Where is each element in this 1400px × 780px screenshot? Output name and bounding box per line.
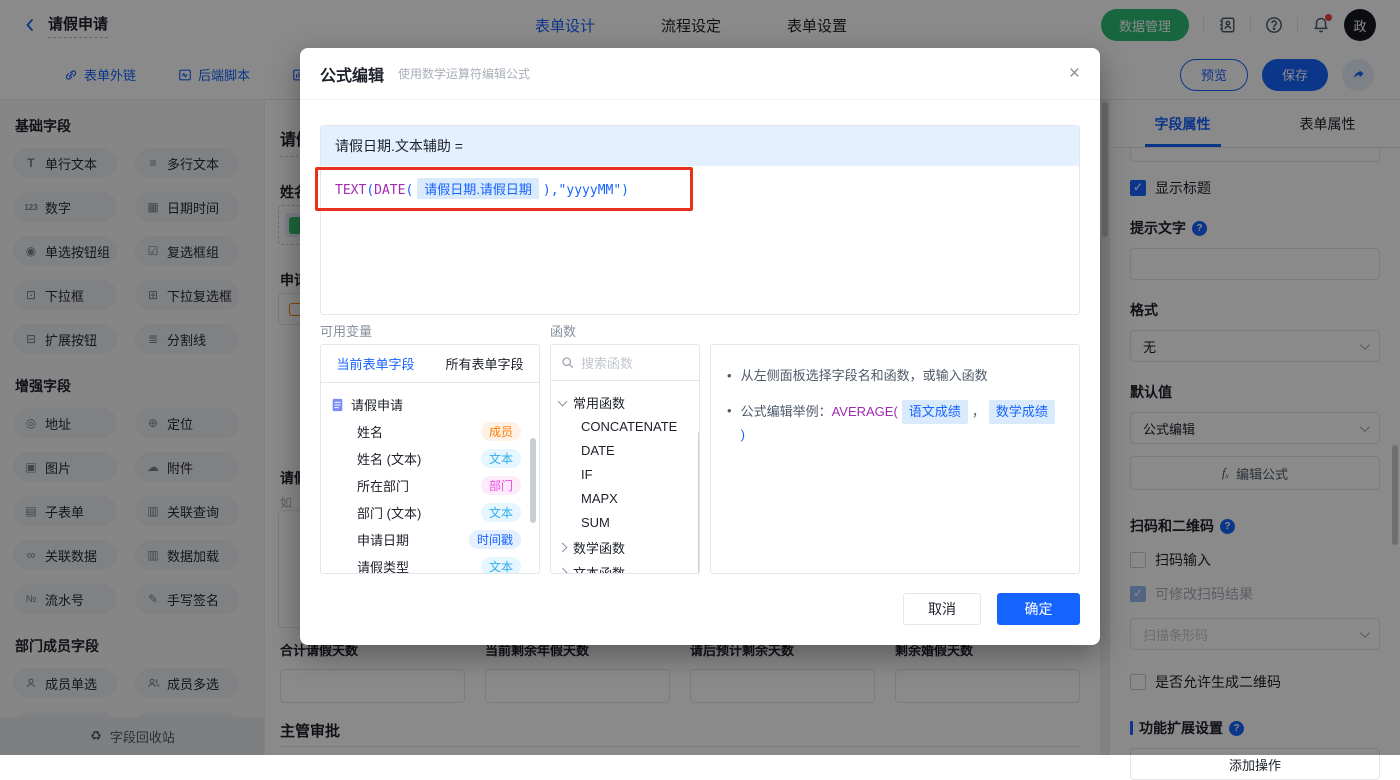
cancel-button[interactable]: 取消 [903,593,981,625]
function-group-text[interactable]: 文本函数 [557,560,691,573]
type-badge: 文本 [480,503,521,522]
type-badge: 部门 [480,476,521,495]
example-variable-chip: 数学成绩 [988,400,1055,424]
formula-editor-dialog: 公式编辑 使用数学运算符编辑公式 × 请假日期.文本辅助 = TEXT(DATE… [300,48,1100,645]
function-item[interactable]: DATE [559,439,691,463]
formula-variable-chip[interactable]: 请假日期.请假日期 [417,178,539,199]
formula-editor: 请假日期.文本辅助 = TEXT(DATE(请假日期.请假日期),"yyyyMM… [320,125,1080,315]
confirm-button[interactable]: 确定 [997,593,1080,625]
dialog-title: 公式编辑 [320,67,385,85]
functions-panel: 搜索函数 常用函数 CONCATENATE DATE IF MAPX SUM 数… [550,344,700,574]
help-line-1: 从左侧面板选择字段名和函数，或输入函数 [740,368,988,383]
tab-current-form-fields[interactable]: 当前表单字段 [336,354,414,373]
variables-label: 可用变量 [320,324,373,339]
function-item[interactable]: SUM [559,511,691,535]
variable-tree-root[interactable]: 请假申请 [331,391,529,418]
chevron-down-icon [557,396,568,406]
scrollbar-thumb[interactable] [530,438,536,523]
formula-target: 请假日期.文本辅助 = [321,126,1079,166]
search-icon [562,357,573,368]
type-badge: 文本 [480,557,521,573]
scrollbar-thumb[interactable] [698,431,699,573]
functions-label: 函数 [550,324,577,339]
chevron-right-icon [557,567,568,573]
function-item[interactable]: CONCATENATE [559,415,691,439]
dialog-subtitle: 使用数学运算符编辑公式 [398,67,531,81]
example-variable-chip: 语文成绩 [901,400,968,424]
close-icon[interactable]: × [1069,64,1080,83]
function-group-common[interactable]: 常用函数 [557,390,691,415]
tab-all-form-fields[interactable]: 所有表单字段 [445,354,523,373]
variable-item[interactable]: 姓名 (文本) 文本 [331,445,529,472]
function-item[interactable]: IF [559,463,691,487]
help-line-2: 公式编辑举例：AVERAGE(语文成绩，数学成绩) [741,400,1063,446]
document-icon [332,398,343,411]
variables-panel: 当前表单字段 所有表单字段 请假申请 姓名 成员 姓名 (文本) 文本 所在部门 部门… [320,344,540,574]
formula-input[interactable]: TEXT(DATE(请假日期.请假日期),"yyyyMM") [321,166,1079,211]
variable-item[interactable]: 请假类型 文本 [331,553,529,573]
type-badge: 时间戳 [468,530,521,549]
type-badge: 文本 [480,449,521,468]
function-group-math[interactable]: 数学函数 [557,535,691,560]
function-search-input[interactable]: 搜索函数 [551,345,699,381]
function-item[interactable]: MAPX [559,487,691,511]
variable-item[interactable]: 申请日期 时间戳 [331,526,529,553]
formula-help-panel: • 从左侧面板选择字段名和函数，或输入函数 • 公式编辑举例：AVERAGE(语文… [710,344,1080,574]
variable-item[interactable]: 部门 (文本) 文本 [331,499,529,526]
variable-item[interactable]: 姓名 成员 [331,418,529,445]
chevron-right-icon [557,542,568,553]
type-badge: 成员 [480,422,521,441]
variable-item[interactable]: 所在部门 部门 [331,472,529,499]
